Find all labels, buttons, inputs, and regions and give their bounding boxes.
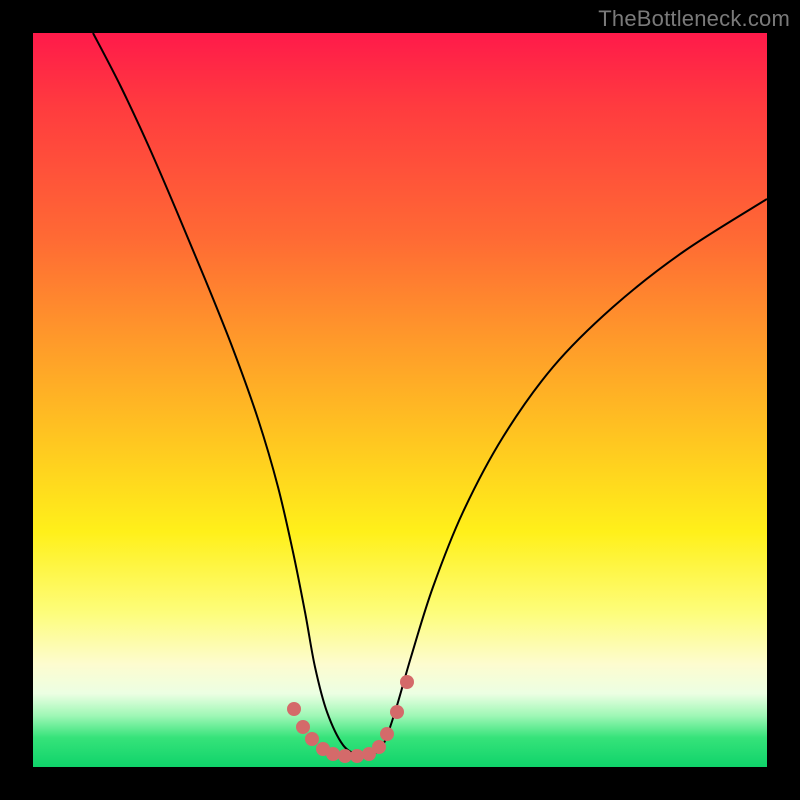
watermark-text: TheBottleneck.com: [598, 6, 790, 32]
plot-area: [33, 33, 767, 767]
chart-frame: TheBottleneck.com: [0, 0, 800, 800]
